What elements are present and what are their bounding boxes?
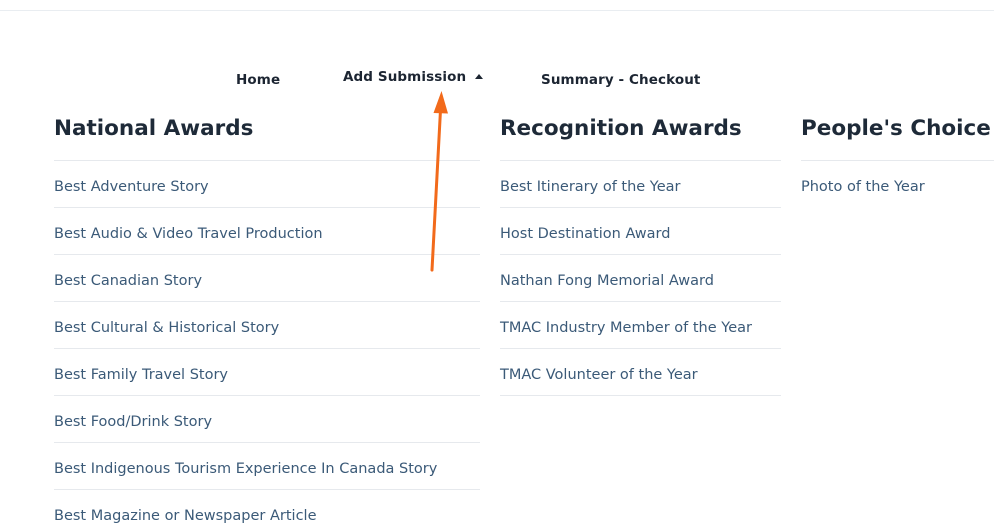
award-link[interactable]: Best Food/Drink Story xyxy=(54,396,480,443)
award-link[interactable]: TMAC Volunteer of the Year xyxy=(500,349,781,396)
national-awards-heading: National Awards xyxy=(54,113,480,161)
award-link[interactable]: Best Itinerary of the Year xyxy=(500,161,781,208)
nav-add-submission[interactable]: Add Submission xyxy=(343,69,484,85)
nav-add-submission-label: Add Submission xyxy=(343,69,467,85)
award-link[interactable]: Best Audio & Video Travel Production xyxy=(54,208,480,255)
award-link[interactable]: Best Indigenous Tourism Experience In Ca… xyxy=(54,443,480,490)
award-link[interactable]: Host Destination Award xyxy=(500,208,781,255)
top-divider xyxy=(0,10,994,11)
nav-summary-checkout[interactable]: Summary - Checkout xyxy=(541,72,700,88)
recognition-awards-column: Recognition Awards Best Itinerary of the… xyxy=(500,113,781,396)
award-link[interactable]: Nathan Fong Memorial Award xyxy=(500,255,781,302)
nav-home[interactable]: Home xyxy=(236,72,280,88)
national-awards-list: Best Adventure Story Best Audio & Video … xyxy=(54,161,480,523)
award-link[interactable]: Best Adventure Story xyxy=(54,161,480,208)
award-link[interactable]: Best Cultural & Historical Story xyxy=(54,302,480,349)
award-link[interactable]: Photo of the Year xyxy=(801,161,994,207)
peoples-choice-column: People's Choice Photo of the Year xyxy=(801,113,994,207)
page: Home Add Submission Summary - Checkout N… xyxy=(0,0,994,523)
recognition-awards-heading: Recognition Awards xyxy=(500,113,781,161)
national-awards-column: National Awards Best Adventure Story Bes… xyxy=(54,113,480,523)
award-link[interactable]: TMAC Industry Member of the Year xyxy=(500,302,781,349)
award-link[interactable]: Best Family Travel Story xyxy=(54,349,480,396)
peoples-choice-list: Photo of the Year xyxy=(801,161,994,207)
peoples-choice-heading: People's Choice xyxy=(801,113,994,161)
award-link[interactable]: Best Magazine or Newspaper Article xyxy=(54,490,480,523)
caret-up-icon xyxy=(475,74,484,79)
award-link[interactable]: Best Canadian Story xyxy=(54,255,480,302)
recognition-awards-list: Best Itinerary of the Year Host Destinat… xyxy=(500,161,781,396)
